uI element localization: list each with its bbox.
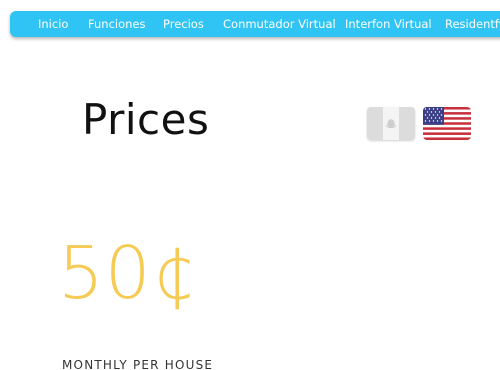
page: Inicio Funciones Precios Conmutador Virt…: [0, 0, 500, 370]
nav-item-residentfy[interactable]: Residentfy: [445, 11, 500, 37]
nav-item-conmutador-virtual[interactable]: Conmutador Virtual: [223, 11, 336, 37]
usa-flag-icon[interactable]: [423, 107, 471, 140]
price-caption: MONTHLY PER HOUSE: [62, 358, 214, 370]
top-navigation-bar: Inicio Funciones Precios Conmutador Virt…: [10, 11, 500, 37]
nav-item-interfon-virtual[interactable]: Interfon Virtual: [345, 11, 432, 37]
mexico-flag-graphic: [367, 107, 415, 140]
nav-item-inicio[interactable]: Inicio: [38, 11, 68, 37]
price-amount: 50¢: [58, 231, 199, 315]
page-title: Prices: [82, 95, 210, 144]
nav-item-precios[interactable]: Precios: [163, 11, 204, 37]
nav-item-funciones[interactable]: Funciones: [88, 11, 145, 37]
mexico-flag-icon[interactable]: [367, 107, 415, 140]
usa-flag-graphic: [423, 107, 471, 140]
